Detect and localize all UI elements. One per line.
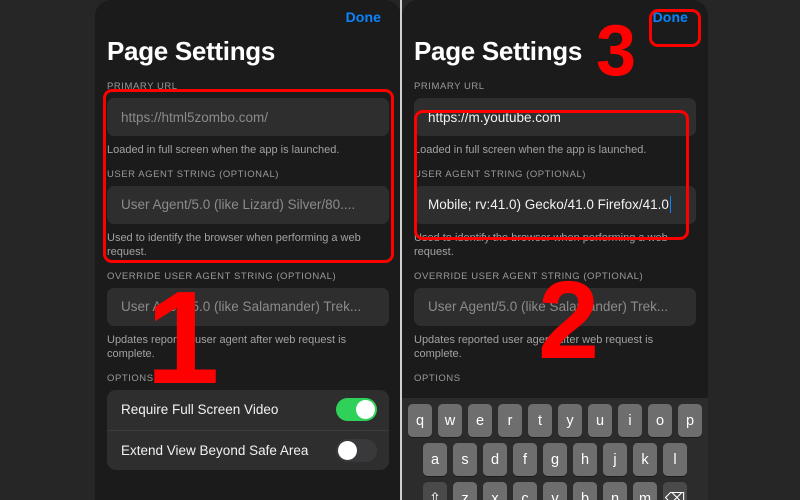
option-label: Require Full Screen Video bbox=[121, 402, 279, 418]
user-agent-value: Mobile; rv:41.0) Gecko/41.0 Firefox/41.0 bbox=[428, 197, 669, 213]
key-d[interactable]: d bbox=[482, 443, 508, 476]
keyboard-row-3: ⇧ z x c v b n m ⌫ bbox=[402, 482, 708, 500]
options-label: OPTIONS bbox=[414, 372, 461, 384]
user-agent-input[interactable]: User Agent/5.0 (like Lizard) Silver/80..… bbox=[107, 185, 389, 224]
override-user-agent-label: OVERRIDE USER AGENT STRING (OPTIONAL) bbox=[414, 270, 644, 282]
override-user-agent-label: OVERRIDE USER AGENT STRING (OPTIONAL) bbox=[107, 270, 337, 282]
key-p[interactable]: p bbox=[677, 404, 703, 437]
key-b[interactable]: b bbox=[572, 482, 598, 500]
toggle-knob-icon bbox=[356, 400, 375, 420]
done-button[interactable]: Done bbox=[649, 7, 692, 27]
page-title: Page Settings bbox=[107, 36, 276, 66]
override-user-agent-input[interactable]: User Agent/5.0 (like Salamander) Trek... bbox=[107, 287, 389, 326]
key-j[interactable]: j bbox=[602, 443, 628, 476]
key-u[interactable]: u bbox=[587, 404, 613, 437]
key-v[interactable]: v bbox=[542, 482, 568, 500]
key-z[interactable]: z bbox=[452, 482, 478, 500]
key-g[interactable]: g bbox=[542, 443, 568, 476]
user-agent-label: USER AGENT STRING (OPTIONAL) bbox=[107, 168, 279, 180]
primary-url-input[interactable]: https://html5zombo.com/ bbox=[107, 98, 389, 136]
key-y[interactable]: y bbox=[557, 404, 583, 437]
user-agent-helper: Used to identify the browser when perfor… bbox=[414, 231, 668, 259]
keyboard-row-1: q w e r t y u i o p bbox=[402, 404, 708, 437]
primary-url-label: PRIMARY URL bbox=[414, 81, 485, 92]
backspace-key-icon[interactable]: ⌫ bbox=[662, 482, 688, 500]
shift-key-icon[interactable]: ⇧ bbox=[422, 482, 448, 500]
key-c[interactable]: c bbox=[512, 482, 538, 500]
on-screen-keyboard[interactable]: q w e r t y u i o p a s d f g h j k l ⇧ … bbox=[402, 398, 708, 500]
option-row-require-full-screen-video[interactable]: Require Full Screen Video bbox=[107, 390, 389, 430]
user-agent-helper: Used to identify the browser when perfor… bbox=[107, 231, 361, 259]
override-user-agent-helper: Updates reported user agent after web re… bbox=[414, 333, 654, 361]
user-agent-input[interactable]: Mobile; rv:41.0) Gecko/41.0 Firefox/41.0 bbox=[414, 185, 696, 224]
key-f[interactable]: f bbox=[512, 443, 538, 476]
screenshot-stage: Done Page Settings PRIMARY URL https://h… bbox=[0, 0, 800, 500]
left-navbar: Done bbox=[107, 0, 389, 34]
done-button[interactable]: Done bbox=[342, 7, 385, 27]
key-w[interactable]: w bbox=[437, 404, 463, 437]
option-row-extend-view-beyond-safe-area[interactable]: Extend View Beyond Safe Area bbox=[107, 429, 389, 470]
key-e[interactable]: e bbox=[467, 404, 493, 437]
right-navbar: Done bbox=[414, 0, 696, 34]
key-i[interactable]: i bbox=[617, 404, 643, 437]
right-phone-panel: Done Page Settings PRIMARY URL https://m… bbox=[402, 0, 708, 500]
option-label: Extend View Beyond Safe Area bbox=[121, 442, 309, 458]
key-l[interactable]: l bbox=[662, 443, 688, 476]
user-agent-label: USER AGENT STRING (OPTIONAL) bbox=[414, 168, 586, 180]
key-q[interactable]: q bbox=[407, 404, 433, 437]
primary-url-helper: Loaded in full screen when the app is la… bbox=[107, 144, 340, 156]
panel-divider bbox=[400, 0, 402, 500]
override-user-agent-input[interactable]: User Agent/5.0 (like Salamander) Trek... bbox=[414, 287, 696, 326]
key-m[interactable]: m bbox=[632, 482, 658, 500]
text-caret-icon bbox=[669, 196, 672, 214]
key-h[interactable]: h bbox=[572, 443, 598, 476]
toggle-knob-icon bbox=[338, 440, 357, 460]
primary-url-input[interactable]: https://m.youtube.com bbox=[414, 98, 696, 136]
key-r[interactable]: r bbox=[497, 404, 523, 437]
page-title: Page Settings bbox=[414, 36, 583, 66]
left-phone-panel: Done Page Settings PRIMARY URL https://h… bbox=[95, 0, 401, 500]
key-o[interactable]: o bbox=[647, 404, 673, 437]
key-n[interactable]: n bbox=[602, 482, 628, 500]
key-t[interactable]: t bbox=[527, 404, 553, 437]
left-settings-screen: Done Page Settings PRIMARY URL https://h… bbox=[95, 0, 401, 500]
key-k[interactable]: k bbox=[632, 443, 658, 476]
override-user-agent-helper: Updates reported user agent after web re… bbox=[107, 333, 347, 361]
extend-view-beyond-safe-area-toggle[interactable] bbox=[336, 438, 377, 462]
require-full-screen-video-toggle[interactable] bbox=[336, 398, 377, 422]
options-group: Require Full Screen Video Extend View Be… bbox=[107, 389, 389, 470]
key-x[interactable]: x bbox=[482, 482, 508, 500]
primary-url-label: PRIMARY URL bbox=[107, 81, 178, 92]
keyboard-row-2: a s d f g h j k l bbox=[402, 443, 708, 476]
options-label: OPTIONS bbox=[107, 372, 154, 384]
key-s[interactable]: s bbox=[452, 443, 478, 476]
key-a[interactable]: a bbox=[422, 443, 448, 476]
primary-url-helper: Loaded in full screen when the app is la… bbox=[414, 144, 647, 156]
